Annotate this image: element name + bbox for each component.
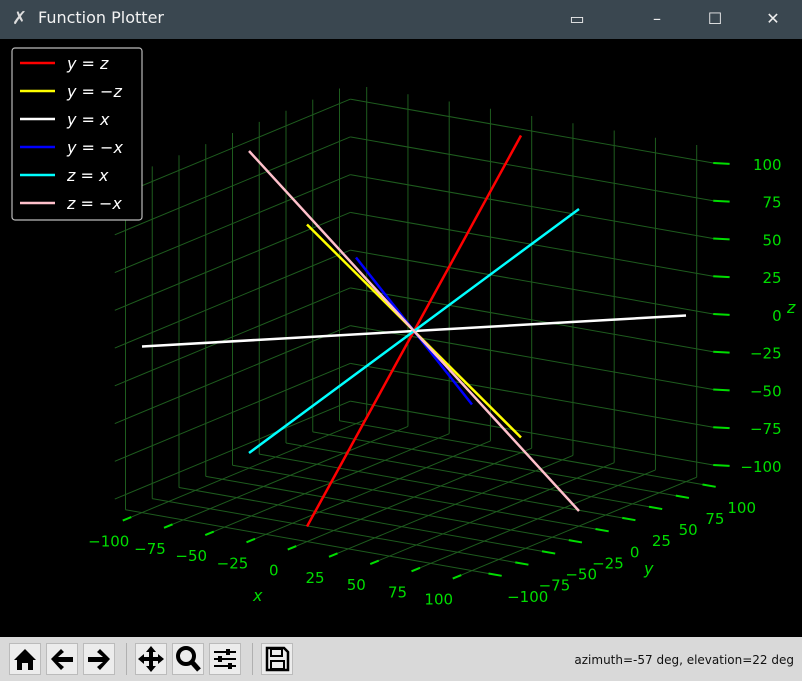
x-tick-label: −50 — [175, 547, 207, 565]
x-tick — [369, 559, 380, 566]
x-tick — [246, 537, 256, 544]
x-tick — [204, 530, 215, 537]
zoom-button[interactable] — [172, 643, 204, 675]
y-tick — [622, 516, 636, 522]
sliders-icon — [214, 649, 236, 669]
z-tick — [713, 463, 730, 467]
floppy-disk-icon — [265, 646, 290, 672]
x-tick-label: −75 — [134, 540, 166, 558]
grid-line — [378, 462, 615, 562]
x-tick — [122, 516, 132, 522]
x-tick-label: 25 — [305, 569, 324, 587]
home-button[interactable] — [9, 643, 41, 675]
z-axis-label: z — [786, 298, 796, 317]
move-icon — [138, 646, 164, 672]
magnifier-icon — [176, 646, 201, 672]
status-readout: azimuth=-57 deg, elevation=22 deg — [574, 653, 794, 667]
close-button[interactable]: ✕ — [758, 6, 788, 32]
z-tick-label: 0 — [772, 307, 782, 325]
grid-line — [254, 440, 491, 540]
pan-button[interactable] — [135, 643, 167, 675]
forward-button[interactable] — [83, 643, 115, 675]
legend-label: y = −x — [66, 138, 123, 157]
z-tick-label: −100 — [740, 458, 781, 476]
grid-line — [461, 476, 697, 576]
y-tick — [541, 550, 556, 555]
z-tick-label: −25 — [750, 345, 782, 363]
legend-label: z = −x — [66, 194, 122, 213]
x-tick-label: 100 — [424, 591, 453, 609]
z-tick-label: −50 — [750, 382, 782, 400]
y-axis-label: y — [643, 559, 654, 578]
x-tick — [411, 566, 421, 573]
y-tick-label: 75 — [705, 510, 724, 528]
app-icon: ✗ — [12, 8, 28, 29]
toolbar-separator — [252, 643, 253, 675]
x-tick-label: −100 — [88, 533, 129, 551]
z-tick — [713, 161, 730, 165]
y-tick-label: 100 — [727, 499, 756, 517]
legend-label: z = x — [66, 166, 109, 185]
grid-line — [419, 469, 656, 569]
x-tick — [328, 552, 338, 558]
z-tick — [713, 312, 730, 316]
legend-label: y = z — [66, 54, 109, 73]
y-tick — [488, 572, 502, 577]
z-tick — [713, 350, 730, 354]
z-tick — [713, 237, 730, 241]
arrow-left-icon — [51, 649, 73, 670]
save-button[interactable] — [261, 643, 293, 675]
back-button[interactable] — [46, 643, 78, 675]
window-title: Function Plotter — [38, 8, 164, 27]
x-tick-label: 50 — [347, 576, 366, 594]
z-tick-label: 50 — [763, 231, 782, 249]
x-tick-label: 0 — [269, 562, 279, 580]
home-icon — [14, 649, 36, 670]
z-tick-label: −75 — [750, 420, 782, 438]
y-tick — [568, 539, 583, 544]
series-line-5 — [248, 150, 580, 512]
z-tick — [713, 426, 730, 430]
z-tick-label: 100 — [753, 156, 782, 174]
grid-line — [172, 425, 409, 525]
y-tick — [675, 494, 690, 499]
z-tick — [713, 275, 730, 279]
z-tick — [713, 388, 730, 392]
z-tick — [713, 199, 730, 203]
z-tick-label: 25 — [763, 269, 782, 287]
y-tick — [702, 483, 716, 488]
y-tick — [595, 528, 609, 533]
grid-line — [337, 454, 574, 554]
toolbar-separator — [126, 643, 127, 675]
y-tick — [648, 505, 663, 511]
y-tick — [515, 561, 529, 566]
y-tick-label: 0 — [630, 543, 640, 561]
maximize-button[interactable]: ☐ — [700, 6, 730, 32]
x-tick — [163, 523, 173, 529]
grid-line — [296, 447, 532, 547]
x-tick-label: 75 — [388, 583, 407, 601]
legend-label: y = x — [66, 110, 110, 129]
title-bar: ✗ Function Plotter ▭ – ☐ ✕ — [0, 0, 802, 39]
x-axis-label: x — [252, 586, 263, 605]
minimize-button[interactable]: – — [642, 6, 672, 32]
z-tick-label: 75 — [763, 194, 782, 212]
y-tick-label: 50 — [679, 521, 698, 539]
plot-canvas[interactable]: −100 −75 −50 −25 0 25 50 75 100 −100−75−50−250255… — [0, 39, 802, 637]
grid-line — [131, 418, 367, 518]
y-tick-label: 25 — [652, 532, 671, 550]
x-tick — [287, 545, 297, 551]
x-tick-label: −25 — [217, 554, 249, 572]
arrow-right-icon — [88, 649, 110, 670]
navigation-toolbar: azimuth=-57 deg, elevation=22 deg — [0, 637, 802, 681]
y-tick-label: −25 — [592, 554, 624, 572]
restore-icon[interactable]: ▭ — [562, 6, 592, 32]
configure-subplots-button[interactable] — [209, 643, 241, 675]
legend-label: y = −z — [66, 82, 122, 101]
x-tick — [452, 574, 462, 580]
